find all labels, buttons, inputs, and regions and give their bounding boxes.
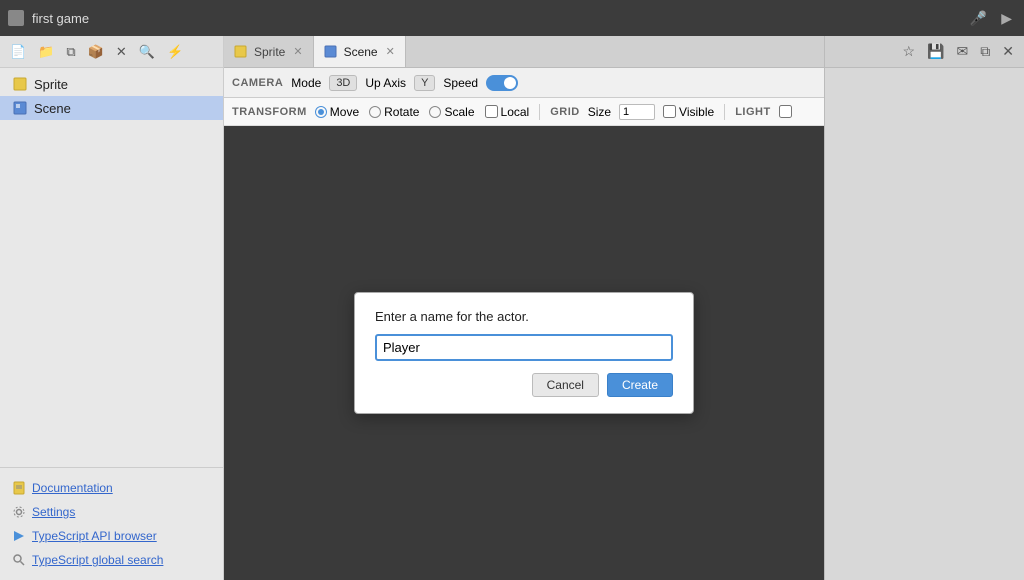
app-icon xyxy=(8,10,24,26)
documentation-link[interactable]: Documentation xyxy=(0,476,223,500)
tab-scene[interactable]: Scene ✕ xyxy=(314,36,406,67)
sidebar-item-sprite-label: Sprite xyxy=(34,77,68,92)
camera-label: CAMERA xyxy=(232,77,283,89)
move-radio-circle xyxy=(315,106,327,118)
sidebar-item-sprite[interactable]: Sprite xyxy=(0,72,223,96)
sprite-tab-icon xyxy=(234,45,248,59)
content-area: Sprite ✕ Scene ✕ CAMERA Mode 3D Up Axis … xyxy=(224,36,824,580)
scale-radio-circle xyxy=(429,106,441,118)
actor-name-input[interactable] xyxy=(375,334,673,361)
sidebar-item-scene-label: Scene xyxy=(34,101,71,116)
up-axis-value-button[interactable]: Y xyxy=(414,75,435,91)
sidebar-items: Sprite Scene xyxy=(0,68,223,467)
sidebar-item-scene[interactable]: Scene xyxy=(0,96,223,120)
move-radio[interactable]: Move xyxy=(315,105,359,119)
api-icon xyxy=(12,529,26,543)
filter-button[interactable]: ⚡ xyxy=(163,42,187,62)
settings-icon xyxy=(12,505,26,519)
new-folder-button[interactable]: 📁 xyxy=(34,42,58,62)
up-axis-label: Up Axis xyxy=(365,76,406,90)
right-panel: ☆ 💾 ✉ ⧉ ✕ xyxy=(824,36,1024,580)
new-file-button[interactable]: 📄 xyxy=(6,42,30,62)
dialog-overlay: Enter a name for the actor. Cancel Creat… xyxy=(224,126,824,580)
window-controls: 🎤 ▶ xyxy=(966,8,1016,29)
local-label: Local xyxy=(501,105,530,119)
toolbar-divider-1 xyxy=(539,104,540,120)
toolbar-divider-2 xyxy=(724,104,725,120)
light-checkbox-input[interactable] xyxy=(779,105,792,118)
star-icon[interactable]: ☆ xyxy=(899,41,920,62)
scene-tab-icon xyxy=(324,45,338,59)
right-panel-toolbar: ☆ 💾 ✉ ⧉ ✕ xyxy=(825,36,1024,68)
speed-label: Speed xyxy=(443,76,478,90)
sprite-icon xyxy=(12,76,28,92)
transform-bar: TRANSFORM Move Rotate Scale Local xyxy=(224,98,824,126)
actor-name-dialog: Enter a name for the actor. Cancel Creat… xyxy=(354,292,694,414)
tab-scene-label: Scene xyxy=(344,45,378,59)
scene-icon xyxy=(12,100,28,116)
typescript-search-link[interactable]: TypeScript global search xyxy=(0,548,223,572)
sprite-tab-close[interactable]: ✕ xyxy=(293,45,302,58)
typescript-search-label: TypeScript global search xyxy=(32,553,163,567)
visible-checkbox-input[interactable] xyxy=(663,105,676,118)
documentation-label: Documentation xyxy=(32,481,113,495)
rotate-label: Rotate xyxy=(384,105,419,119)
light-label: LIGHT xyxy=(735,106,771,118)
dialog-title: Enter a name for the actor. xyxy=(375,309,673,324)
delete-button[interactable]: ✕ xyxy=(112,42,131,62)
transform-radio-group: Move Rotate Scale Local xyxy=(315,105,529,119)
dialog-buttons: Cancel Create xyxy=(375,373,673,397)
mode-label: Mode xyxy=(291,76,321,90)
sidebar: 📄 📁 ⧉ 📦 ✕ 🔍 ⚡ Sprite Scene xyxy=(0,36,224,580)
copy-icon[interactable]: ⧉ xyxy=(976,41,994,62)
camera-toolbar: CAMERA Mode 3D Up Axis Y Speed xyxy=(224,68,824,98)
tab-bar: Sprite ✕ Scene ✕ xyxy=(224,36,824,68)
mode-3d-button[interactable]: 3D xyxy=(329,75,357,91)
sidebar-toolbar: 📄 📁 ⧉ 📦 ✕ 🔍 ⚡ xyxy=(0,36,223,68)
create-button[interactable]: Create xyxy=(607,373,673,397)
search-icon xyxy=(12,553,26,567)
duplicate-button[interactable]: ⧉ xyxy=(62,42,79,62)
rotate-radio-circle xyxy=(369,106,381,118)
save-icon[interactable]: 💾 xyxy=(923,41,948,62)
mail-icon[interactable]: ✉ xyxy=(953,41,973,62)
rotate-radio[interactable]: Rotate xyxy=(369,105,419,119)
tab-sprite-label: Sprite xyxy=(254,45,285,59)
search-button[interactable]: 🔍 xyxy=(135,42,159,62)
cancel-button[interactable]: Cancel xyxy=(532,373,599,397)
speed-toggle[interactable] xyxy=(486,75,518,91)
visible-label: Visible xyxy=(679,105,714,119)
settings-label: Settings xyxy=(32,505,75,519)
local-checkbox-input[interactable] xyxy=(485,105,498,118)
tab-sprite[interactable]: Sprite ✕ xyxy=(224,36,314,67)
scale-label: Scale xyxy=(444,105,474,119)
typescript-api-link[interactable]: TypeScript API browser xyxy=(0,524,223,548)
size-label: Size xyxy=(588,105,611,119)
panel-close-icon[interactable]: ✕ xyxy=(998,41,1018,62)
package-button[interactable]: 📦 xyxy=(84,42,108,62)
visible-checkbox[interactable]: Visible xyxy=(663,105,714,119)
microphone-icon[interactable]: 🎤 xyxy=(966,8,991,29)
window-title: first game xyxy=(32,11,958,26)
typescript-api-label: TypeScript API browser xyxy=(32,529,157,543)
settings-link[interactable]: Settings xyxy=(0,500,223,524)
toggle-knob xyxy=(504,77,516,89)
play-icon[interactable]: ▶ xyxy=(997,8,1016,29)
grid-size-input[interactable] xyxy=(619,104,655,120)
scene-tab-close[interactable]: ✕ xyxy=(386,45,395,58)
grid-label: GRID xyxy=(550,106,580,118)
main-layout: 📄 📁 ⧉ 📦 ✕ 🔍 ⚡ Sprite Scene xyxy=(0,36,1024,580)
title-bar: first game 🎤 ▶ xyxy=(0,0,1024,36)
transform-label: TRANSFORM xyxy=(232,106,307,118)
local-checkbox[interactable]: Local xyxy=(485,105,530,119)
sidebar-footer: Documentation Settings TypeScript API br… xyxy=(0,467,223,580)
doc-icon xyxy=(12,481,26,495)
move-label: Move xyxy=(330,105,359,119)
scale-radio[interactable]: Scale xyxy=(429,105,474,119)
scene-canvas[interactable]: Enter a name for the actor. Cancel Creat… xyxy=(224,126,824,580)
